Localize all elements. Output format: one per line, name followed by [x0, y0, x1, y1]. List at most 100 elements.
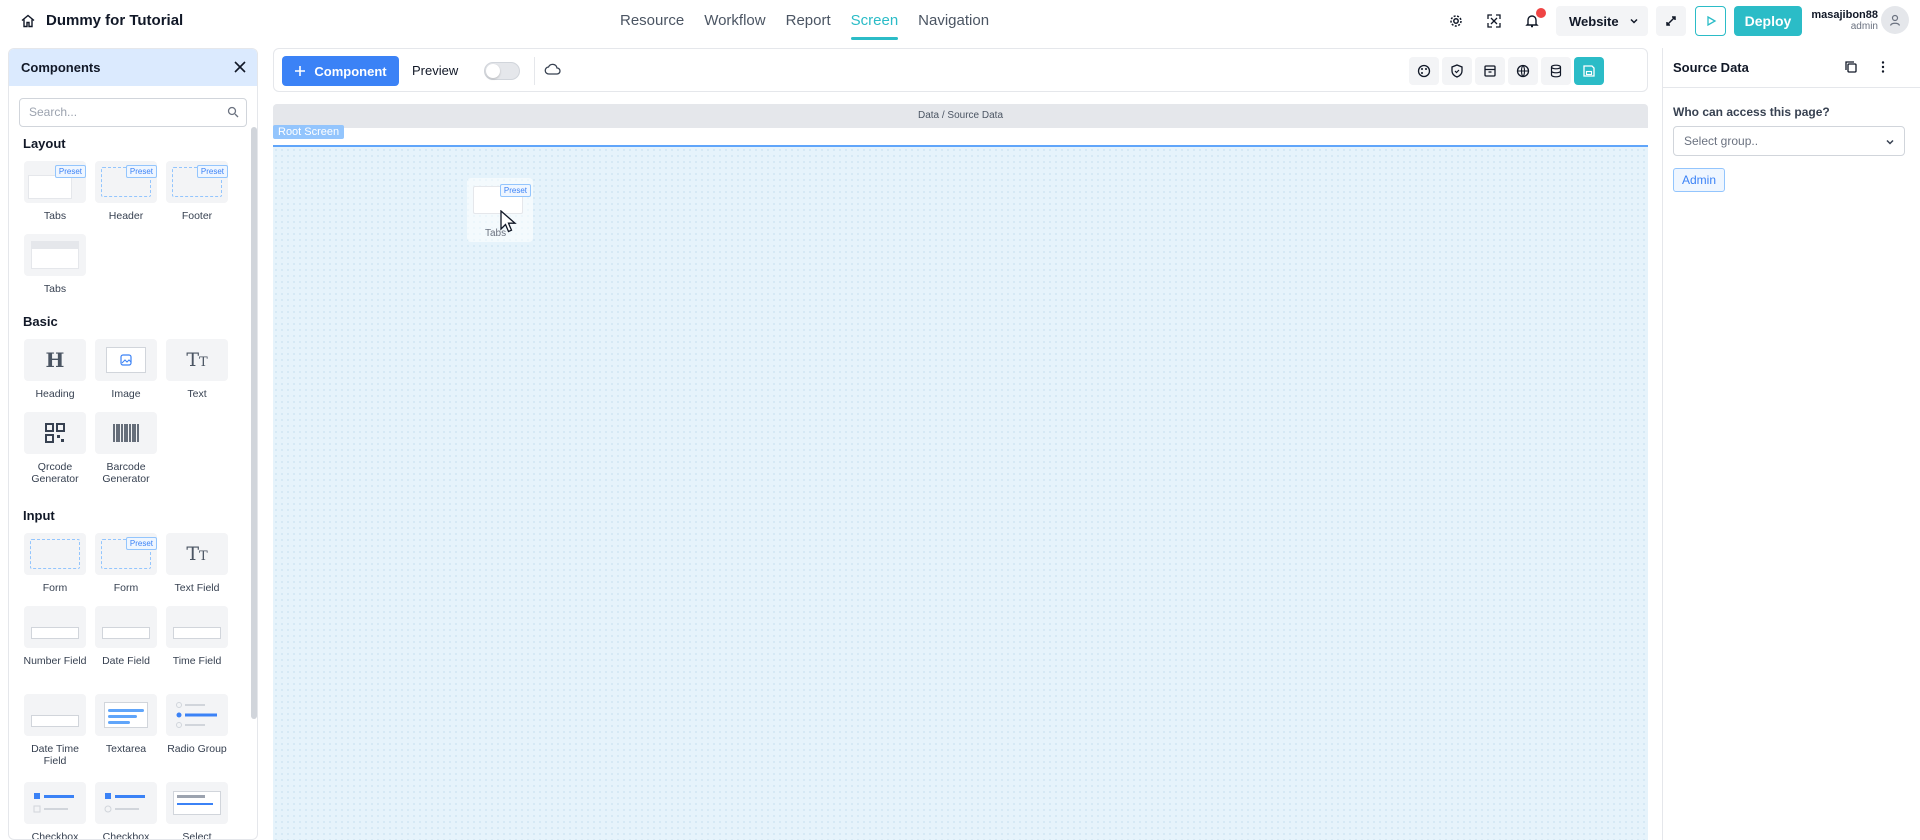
component-text-field[interactable]: TT Text Field: [165, 533, 229, 594]
text-field-icon: TT: [166, 533, 228, 575]
component-text[interactable]: TT Text: [165, 339, 229, 400]
play-icon: [1706, 15, 1716, 27]
group-select-placeholder: Select group..: [1684, 134, 1759, 148]
component-number-field[interactable]: Number Field: [23, 606, 87, 667]
group-tag-admin[interactable]: Admin: [1673, 168, 1726, 192]
form-thumbnail: [24, 533, 86, 575]
home-icon[interactable]: [20, 13, 36, 29]
component-footer[interactable]: Preset Footer: [165, 161, 229, 222]
chevron-down-icon: [1630, 18, 1638, 24]
scrollbar[interactable]: [251, 127, 257, 719]
copy-icon[interactable]: [1844, 60, 1858, 74]
components-panel: Components Search... Layout Preset Tabs …: [8, 48, 258, 840]
avatar[interactable]: [1881, 6, 1909, 34]
screen-canvas[interactable]: [273, 145, 1648, 840]
component-checkbox[interactable]: Checkbox: [23, 782, 87, 839]
component-search-input[interactable]: Search...: [19, 98, 247, 127]
archive-button[interactable]: [1475, 57, 1505, 85]
component-tabs-basic[interactable]: Tabs: [23, 234, 87, 295]
archive-icon: [1484, 65, 1496, 77]
date-field-thumbnail: [95, 606, 157, 648]
tabs-thumbnail: Preset: [24, 161, 86, 203]
canvas-toolbar: Component Preview: [273, 48, 1648, 92]
more-vertical-icon[interactable]: [1876, 60, 1890, 74]
search-icon: [227, 106, 239, 118]
component-checkbox-alt[interactable]: Checkbox: [94, 782, 158, 839]
notification-badge: [1536, 8, 1546, 18]
component-heading[interactable]: H Heading: [23, 339, 87, 400]
database-button[interactable]: [1541, 57, 1571, 85]
user-icon: [1889, 14, 1901, 26]
preview-label: Preview: [412, 63, 459, 78]
close-icon[interactable]: [233, 60, 247, 74]
save-button[interactable]: [1574, 57, 1604, 85]
app-title: Dummy for Tutorial: [46, 12, 184, 29]
settings-icon[interactable]: [1446, 11, 1466, 31]
run-preview-button[interactable]: [1695, 6, 1726, 36]
component-tabs[interactable]: Preset Tabs: [23, 161, 87, 222]
section-input-title: Input: [23, 508, 55, 523]
deploy-button[interactable]: Deploy: [1734, 6, 1802, 36]
text-icon: TT: [166, 339, 228, 381]
number-field-thumbnail: [24, 606, 86, 648]
component-time-field[interactable]: Time Field: [165, 606, 229, 667]
checkbox-alt-thumbnail: [95, 782, 157, 824]
plus-icon: [295, 66, 306, 76]
date-time-field-thumbnail: [24, 694, 86, 736]
preview-toggle[interactable]: [484, 62, 520, 80]
mouse-cursor-icon: [500, 210, 517, 233]
palette-icon: [1417, 64, 1431, 78]
component-form-preset[interactable]: Preset Form: [94, 533, 158, 594]
barcode-icon: [95, 412, 157, 454]
swap-button[interactable]: [1656, 6, 1686, 36]
top-bar: Dummy for Tutorial Resource Workflow Rep…: [0, 0, 1920, 42]
component-date-time-field[interactable]: Date Time Field: [23, 694, 87, 767]
component-radio-group[interactable]: Radio Group: [165, 694, 229, 755]
footer-thumbnail: Preset: [166, 161, 228, 203]
notification-bell-icon[interactable]: [1522, 8, 1546, 31]
section-basic-title: Basic: [23, 314, 58, 329]
properties-header: Source Data: [1663, 48, 1920, 88]
component-barcode-generator[interactable]: Barcode Generator: [94, 412, 158, 485]
user-name: masajibon88: [1811, 9, 1878, 21]
section-layout-title: Layout: [23, 136, 66, 151]
tabs-basic-thumbnail: [24, 234, 86, 276]
theme-button[interactable]: [1409, 57, 1439, 85]
component-form[interactable]: Form: [23, 533, 87, 594]
canvas-breadcrumb: Data / Source Data: [273, 104, 1648, 128]
component-textarea[interactable]: Textarea: [94, 694, 158, 755]
nav-report[interactable]: Report: [786, 0, 831, 42]
nav-resource[interactable]: Resource: [620, 0, 684, 42]
image-icon: [95, 339, 157, 381]
environment-select[interactable]: Website: [1556, 6, 1648, 36]
component-date-field[interactable]: Date Field: [94, 606, 158, 667]
swap-icon: [1666, 16, 1676, 26]
main-nav: Resource Workflow Report Screen Navigati…: [620, 0, 989, 42]
nav-workflow[interactable]: Workflow: [704, 0, 765, 42]
heading-icon: H: [24, 339, 86, 381]
fullscreen-icon[interactable]: [1484, 11, 1504, 31]
database-icon: [1550, 64, 1562, 78]
checkbox-thumbnail: [24, 782, 86, 824]
group-select[interactable]: Select group..: [1673, 126, 1905, 156]
toolbar-divider: [534, 57, 535, 85]
select-thumbnail: [166, 782, 228, 824]
permission-button[interactable]: [1442, 57, 1472, 85]
shield-icon: [1451, 64, 1463, 78]
access-label: Who can access this page?: [1673, 105, 1830, 119]
component-image[interactable]: Image: [94, 339, 158, 400]
properties-panel: Source Data Who can access this page? Se…: [1662, 48, 1920, 840]
component-qrcode-generator[interactable]: Qrcode Generator: [23, 412, 87, 485]
component-select[interactable]: Select: [165, 782, 229, 839]
textarea-thumbnail: [95, 694, 157, 736]
cloud-sync-icon[interactable]: [544, 62, 562, 78]
nav-screen[interactable]: Screen: [850, 0, 898, 42]
save-icon: [1583, 65, 1595, 77]
component-header[interactable]: Preset Header: [94, 161, 158, 222]
time-field-thumbnail: [166, 606, 228, 648]
language-button[interactable]: [1508, 57, 1538, 85]
header-thumbnail: Preset: [95, 161, 157, 203]
nav-navigation[interactable]: Navigation: [918, 0, 989, 42]
add-component-button[interactable]: Component: [282, 56, 399, 86]
root-screen-label[interactable]: Root Screen: [273, 125, 345, 139]
